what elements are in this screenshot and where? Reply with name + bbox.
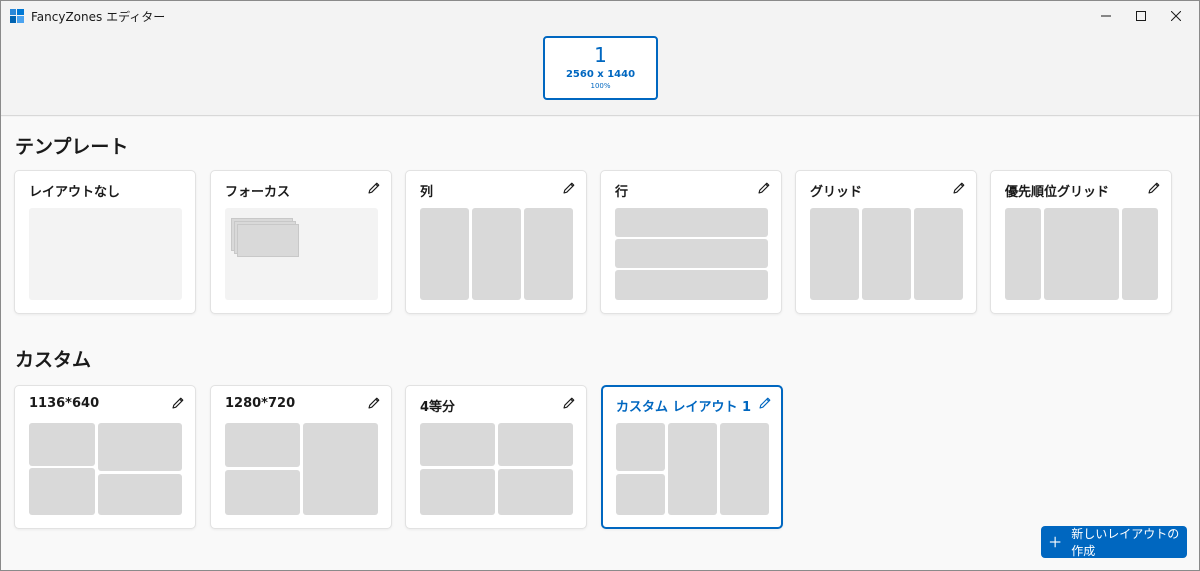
edit-pencil-icon[interactable] [952,181,966,195]
plus-icon [1049,536,1061,548]
minimize-icon [1101,15,1111,17]
custom-card-1136x640[interactable]: 1136*640 [14,385,196,529]
template-card-grid[interactable]: グリッド [795,170,977,314]
card-title: 優先順位グリッド [1005,185,1110,200]
layout-preview [616,423,769,515]
layout-preview [225,423,378,515]
fancyzones-editor-window: FancyZones エディター 1 2560 x 1440 100% テンプレ… [0,0,1200,571]
close-icon [1171,11,1181,21]
zone [668,423,717,515]
edit-pencil-icon[interactable] [758,396,772,410]
layout-preview [29,208,182,300]
window-title: FancyZones エディター [31,10,166,24]
layout-preview [1005,208,1158,300]
title-bar[interactable]: FancyZones エディター [1,1,1199,31]
card-title: グリッド [810,185,863,200]
card-title: 列 [420,185,434,200]
monitor-strip: 1 2560 x 1440 100% [1,31,1199,116]
zone [862,208,911,300]
card-title: フォーカス [225,185,291,200]
edit-pencil-icon[interactable] [757,181,771,195]
zone [615,208,768,237]
close-button[interactable] [1153,1,1199,31]
zone [616,474,665,515]
custom-heading: カスタム [15,349,92,371]
zone [914,208,963,300]
create-new-layout-button[interactable]: 新しいレイアウトの作成 [1041,526,1187,558]
edit-pencil-icon[interactable] [562,396,576,410]
zone [720,423,769,515]
zone [1044,208,1119,300]
custom-card-quarters[interactable]: 4等分 [405,385,587,529]
layout-preview [225,208,378,300]
create-new-layout-label: 新しいレイアウトの作成 [1071,527,1180,558]
zone [1005,208,1041,300]
zone [498,423,573,466]
card-title: 行 [615,185,629,200]
layout-preview [810,208,963,300]
zone [1122,208,1158,300]
zone [472,208,521,300]
card-title: レイアウトなし [29,185,121,200]
monitor-1-button[interactable]: 1 2560 x 1440 100% [543,36,658,100]
zone [615,270,768,300]
zone [420,208,469,300]
custom-card-1280x720[interactable]: 1280*720 [210,385,392,529]
focus-zone [237,224,299,257]
zone [29,468,95,515]
edit-pencil-icon[interactable] [367,181,381,195]
zone [420,423,495,466]
layouts-content[interactable]: テンプレート レイアウトなし フォーカス 列 行 グリッド 優先順位グリッド カ… [1,117,1199,570]
zone [810,208,859,300]
zone [225,470,300,515]
card-title: 4等分 [420,400,456,415]
edit-pencil-icon[interactable] [562,181,576,195]
maximize-icon [1136,11,1146,21]
zone [616,423,665,471]
template-card-focus[interactable]: フォーカス [210,170,392,314]
zone [29,423,95,466]
card-title: 1280*720 [225,396,296,411]
zone [225,423,300,467]
edit-pencil-icon[interactable] [367,396,381,410]
layout-preview [615,208,768,300]
layout-preview [420,208,573,300]
card-title: 1136*640 [29,396,100,411]
custom-card-custom-layout-1[interactable]: カスタム レイアウト 1 [601,385,783,529]
templates-heading: テンプレート [15,136,129,158]
blank-zone [29,208,182,300]
edit-pencil-icon[interactable] [171,396,185,410]
zone [98,474,182,515]
zone [498,469,573,515]
monitor-resolution: 2560 x 1440 [565,69,636,80]
template-card-rows[interactable]: 行 [600,170,782,314]
zone [420,469,495,515]
zone [98,423,182,471]
zone [303,423,378,515]
layout-preview [29,423,182,515]
monitor-number: 1 [594,43,607,67]
template-card-priority-grid[interactable]: 優先順位グリッド [990,170,1172,314]
template-card-no-layout[interactable]: レイアウトなし [14,170,196,314]
card-title: カスタム レイアウト 1 [616,400,752,415]
zone [524,208,573,300]
zone [615,239,768,268]
template-card-columns[interactable]: 列 [405,170,587,314]
edit-pencil-icon[interactable] [1147,181,1161,195]
layout-preview [420,423,573,515]
monitor-scale: 100% [590,82,611,90]
fancyzones-app-icon [10,9,24,23]
